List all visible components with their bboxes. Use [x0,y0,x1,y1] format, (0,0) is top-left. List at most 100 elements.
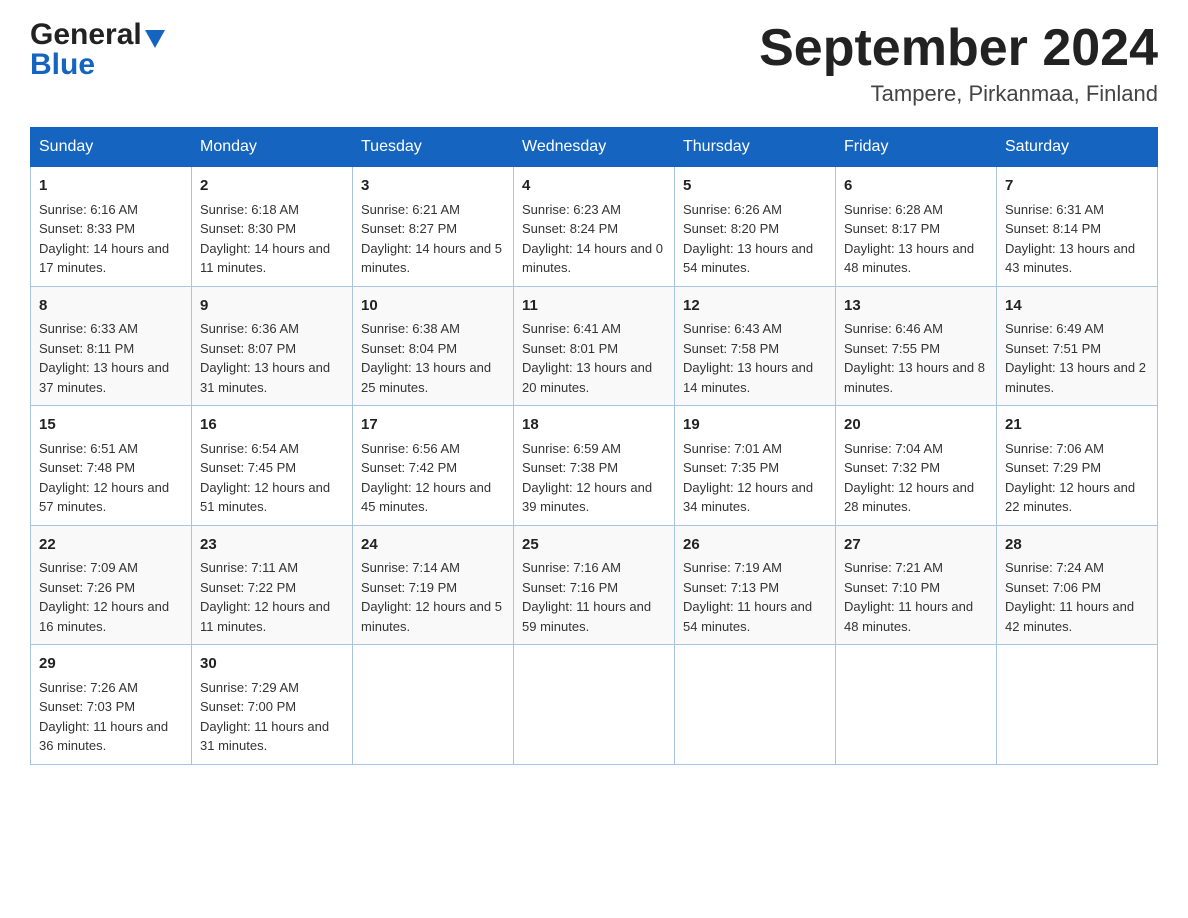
day-info: Sunrise: 6:51 AMSunset: 7:48 PMDaylight:… [39,439,183,517]
day-number: 24 [361,534,505,557]
day-number: 17 [361,414,505,437]
page-header: General Blue September 2024 Tampere, Pir… [30,20,1158,107]
calendar-cell: 20Sunrise: 7:04 AMSunset: 7:32 PMDayligh… [836,406,997,526]
calendar-cell [675,645,836,765]
day-number: 20 [844,414,988,437]
calendar-week-row: 29Sunrise: 7:26 AMSunset: 7:03 PMDayligh… [31,645,1158,765]
logo: General Blue [30,20,165,82]
day-number: 2 [200,175,344,198]
day-info: Sunrise: 7:21 AMSunset: 7:10 PMDaylight:… [844,558,988,636]
calendar-cell: 21Sunrise: 7:06 AMSunset: 7:29 PMDayligh… [997,406,1158,526]
logo-triangle-icon [145,30,165,48]
calendar-cell: 19Sunrise: 7:01 AMSunset: 7:35 PMDayligh… [675,406,836,526]
day-number: 8 [39,295,183,318]
header-tuesday: Tuesday [353,128,514,167]
day-number: 15 [39,414,183,437]
logo-general-text: General [30,20,142,50]
day-info: Sunrise: 6:38 AMSunset: 8:04 PMDaylight:… [361,319,505,397]
day-number: 12 [683,295,827,318]
day-info: Sunrise: 6:18 AMSunset: 8:30 PMDaylight:… [200,200,344,278]
day-info: Sunrise: 7:06 AMSunset: 7:29 PMDaylight:… [1005,439,1149,517]
day-info: Sunrise: 6:23 AMSunset: 8:24 PMDaylight:… [522,200,666,278]
day-number: 22 [39,534,183,557]
day-info: Sunrise: 7:24 AMSunset: 7:06 PMDaylight:… [1005,558,1149,636]
calendar-header-row: SundayMondayTuesdayWednesdayThursdayFrid… [31,128,1158,167]
day-info: Sunrise: 6:21 AMSunset: 8:27 PMDaylight:… [361,200,505,278]
day-number: 4 [522,175,666,198]
calendar-cell: 1Sunrise: 6:16 AMSunset: 8:33 PMDaylight… [31,167,192,287]
calendar-cell: 27Sunrise: 7:21 AMSunset: 7:10 PMDayligh… [836,525,997,645]
day-number: 16 [200,414,344,437]
title-block: September 2024 Tampere, Pirkanmaa, Finla… [759,20,1158,107]
day-number: 11 [522,295,666,318]
calendar-cell: 13Sunrise: 6:46 AMSunset: 7:55 PMDayligh… [836,286,997,406]
calendar-cell: 11Sunrise: 6:41 AMSunset: 8:01 PMDayligh… [514,286,675,406]
calendar-cell: 3Sunrise: 6:21 AMSunset: 8:27 PMDaylight… [353,167,514,287]
day-number: 5 [683,175,827,198]
day-number: 28 [1005,534,1149,557]
day-info: Sunrise: 6:54 AMSunset: 7:45 PMDaylight:… [200,439,344,517]
calendar-week-row: 22Sunrise: 7:09 AMSunset: 7:26 PMDayligh… [31,525,1158,645]
day-info: Sunrise: 6:28 AMSunset: 8:17 PMDaylight:… [844,200,988,278]
header-sunday: Sunday [31,128,192,167]
header-saturday: Saturday [997,128,1158,167]
day-info: Sunrise: 7:04 AMSunset: 7:32 PMDaylight:… [844,439,988,517]
calendar-cell: 30Sunrise: 7:29 AMSunset: 7:00 PMDayligh… [192,645,353,765]
day-number: 30 [200,653,344,676]
day-info: Sunrise: 6:26 AMSunset: 8:20 PMDaylight:… [683,200,827,278]
day-info: Sunrise: 6:43 AMSunset: 7:58 PMDaylight:… [683,319,827,397]
day-number: 27 [844,534,988,557]
calendar-week-row: 8Sunrise: 6:33 AMSunset: 8:11 PMDaylight… [31,286,1158,406]
calendar-table: SundayMondayTuesdayWednesdayThursdayFrid… [30,127,1158,765]
day-info: Sunrise: 6:36 AMSunset: 8:07 PMDaylight:… [200,319,344,397]
day-number: 1 [39,175,183,198]
calendar-cell: 5Sunrise: 6:26 AMSunset: 8:20 PMDaylight… [675,167,836,287]
day-info: Sunrise: 7:09 AMSunset: 7:26 PMDaylight:… [39,558,183,636]
calendar-cell: 4Sunrise: 6:23 AMSunset: 8:24 PMDaylight… [514,167,675,287]
calendar-cell: 25Sunrise: 7:16 AMSunset: 7:16 PMDayligh… [514,525,675,645]
day-info: Sunrise: 7:29 AMSunset: 7:00 PMDaylight:… [200,678,344,756]
header-wednesday: Wednesday [514,128,675,167]
day-info: Sunrise: 7:14 AMSunset: 7:19 PMDaylight:… [361,558,505,636]
calendar-cell: 8Sunrise: 6:33 AMSunset: 8:11 PMDaylight… [31,286,192,406]
day-number: 6 [844,175,988,198]
day-number: 25 [522,534,666,557]
calendar-cell: 22Sunrise: 7:09 AMSunset: 7:26 PMDayligh… [31,525,192,645]
calendar-cell: 7Sunrise: 6:31 AMSunset: 8:14 PMDaylight… [997,167,1158,287]
day-number: 7 [1005,175,1149,198]
header-thursday: Thursday [675,128,836,167]
calendar-cell [997,645,1158,765]
day-info: Sunrise: 6:46 AMSunset: 7:55 PMDaylight:… [844,319,988,397]
calendar-cell: 26Sunrise: 7:19 AMSunset: 7:13 PMDayligh… [675,525,836,645]
day-info: Sunrise: 7:19 AMSunset: 7:13 PMDaylight:… [683,558,827,636]
day-info: Sunrise: 6:49 AMSunset: 7:51 PMDaylight:… [1005,319,1149,397]
calendar-week-row: 15Sunrise: 6:51 AMSunset: 7:48 PMDayligh… [31,406,1158,526]
calendar-cell: 29Sunrise: 7:26 AMSunset: 7:03 PMDayligh… [31,645,192,765]
day-info: Sunrise: 6:16 AMSunset: 8:33 PMDaylight:… [39,200,183,278]
calendar-cell: 23Sunrise: 7:11 AMSunset: 7:22 PMDayligh… [192,525,353,645]
day-number: 13 [844,295,988,318]
day-info: Sunrise: 6:31 AMSunset: 8:14 PMDaylight:… [1005,200,1149,278]
day-info: Sunrise: 6:56 AMSunset: 7:42 PMDaylight:… [361,439,505,517]
calendar-cell: 17Sunrise: 6:56 AMSunset: 7:42 PMDayligh… [353,406,514,526]
calendar-cell: 2Sunrise: 6:18 AMSunset: 8:30 PMDaylight… [192,167,353,287]
calendar-cell [836,645,997,765]
calendar-cell: 14Sunrise: 6:49 AMSunset: 7:51 PMDayligh… [997,286,1158,406]
day-info: Sunrise: 7:11 AMSunset: 7:22 PMDaylight:… [200,558,344,636]
calendar-cell: 18Sunrise: 6:59 AMSunset: 7:38 PMDayligh… [514,406,675,526]
location-subtitle: Tampere, Pirkanmaa, Finland [759,81,1158,107]
header-monday: Monday [192,128,353,167]
day-number: 29 [39,653,183,676]
calendar-cell [514,645,675,765]
day-number: 19 [683,414,827,437]
month-title: September 2024 [759,20,1158,77]
day-number: 18 [522,414,666,437]
calendar-cell: 16Sunrise: 6:54 AMSunset: 7:45 PMDayligh… [192,406,353,526]
day-number: 10 [361,295,505,318]
header-friday: Friday [836,128,997,167]
calendar-cell: 10Sunrise: 6:38 AMSunset: 8:04 PMDayligh… [353,286,514,406]
day-info: Sunrise: 7:01 AMSunset: 7:35 PMDaylight:… [683,439,827,517]
logo-blue-text: Blue [30,48,95,82]
calendar-cell: 28Sunrise: 7:24 AMSunset: 7:06 PMDayligh… [997,525,1158,645]
day-number: 14 [1005,295,1149,318]
